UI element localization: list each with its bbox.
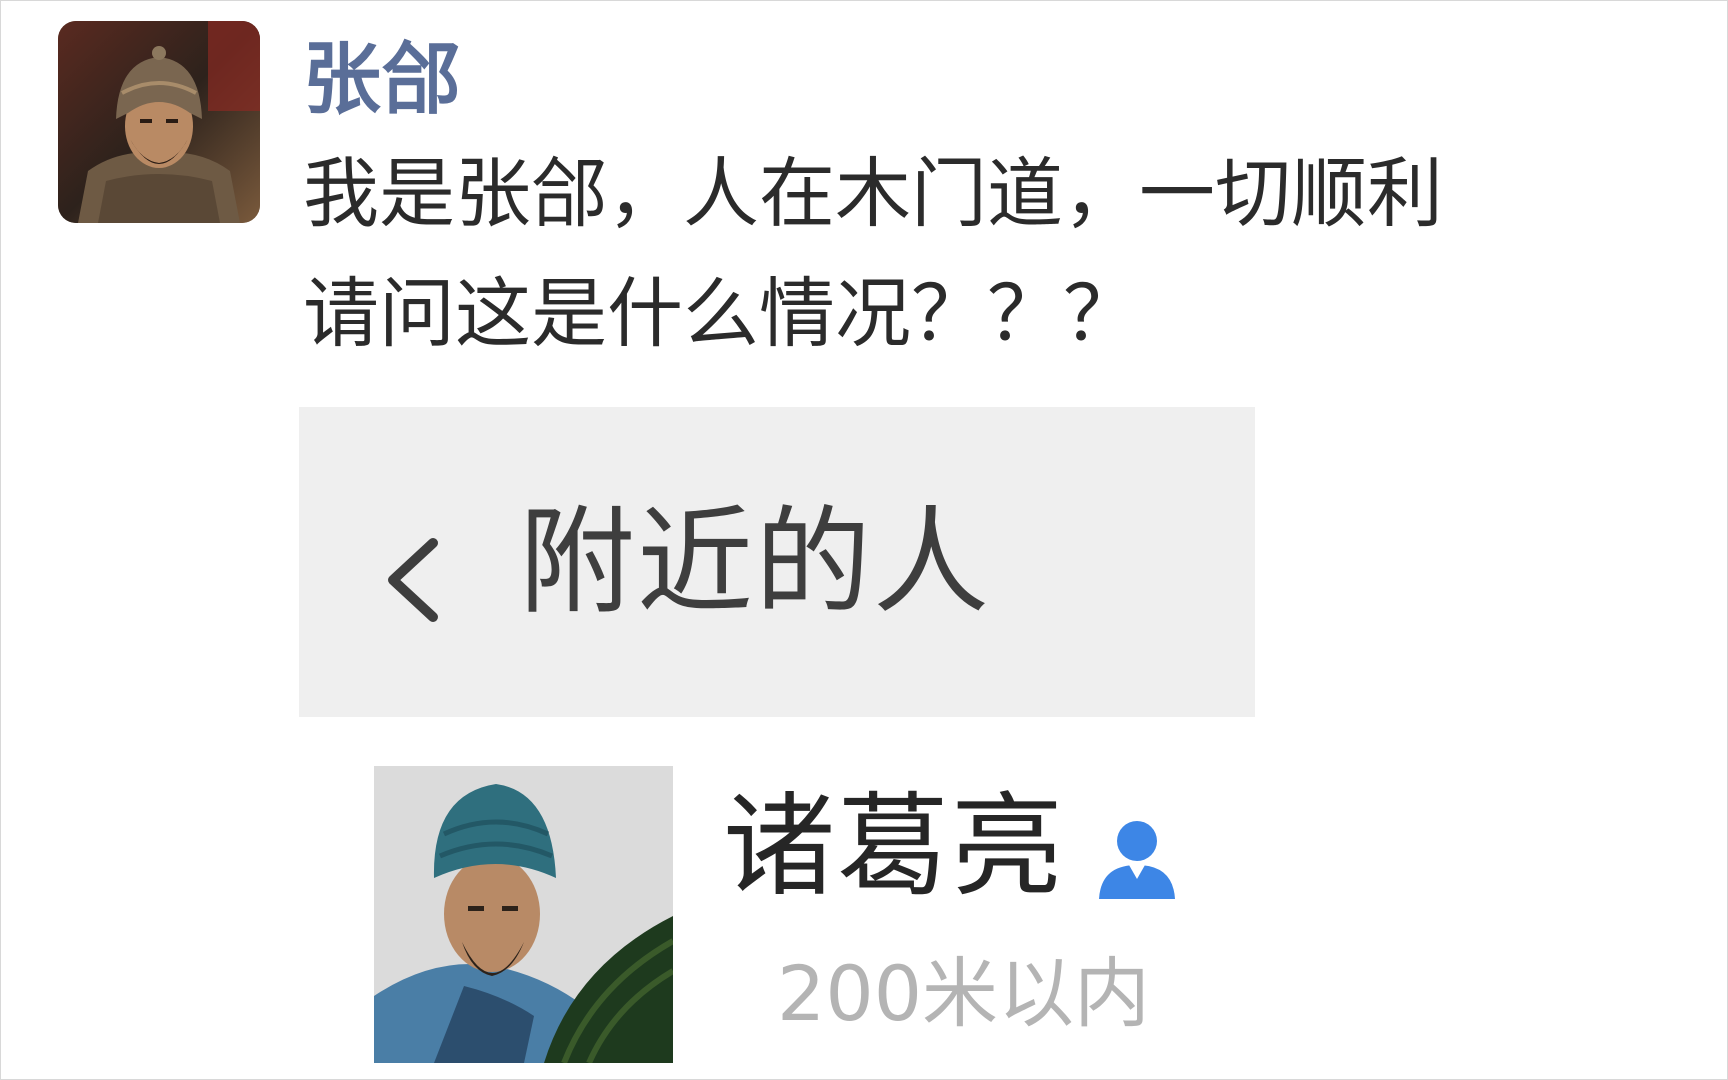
distance-label: 200米以内 [777, 949, 1151, 1038]
message-text-line-2: 请问这是什么情况？？？ [303, 269, 1139, 358]
chat-message-view: 张郃 我是张郃，人在木门道，一切顺利 请问这是什么情况？？？ 附近的人 诸葛亮 … [0, 0, 1728, 1080]
nearby-people-header: 附近的人 [299, 407, 1255, 717]
person-icon [1099, 821, 1175, 899]
chevron-left-icon[interactable] [381, 535, 451, 625]
sender-avatar[interactable] [58, 21, 260, 223]
sender-name[interactable]: 张郃 [303, 41, 461, 119]
person-name[interactable]: 诸葛亮 [723, 791, 1065, 903]
nearby-people-title: 附近的人 [519, 495, 991, 630]
person-avatar[interactable] [374, 766, 673, 1063]
message-text-line-1: 我是张郃，人在木门道，一切顺利 [303, 149, 1443, 238]
